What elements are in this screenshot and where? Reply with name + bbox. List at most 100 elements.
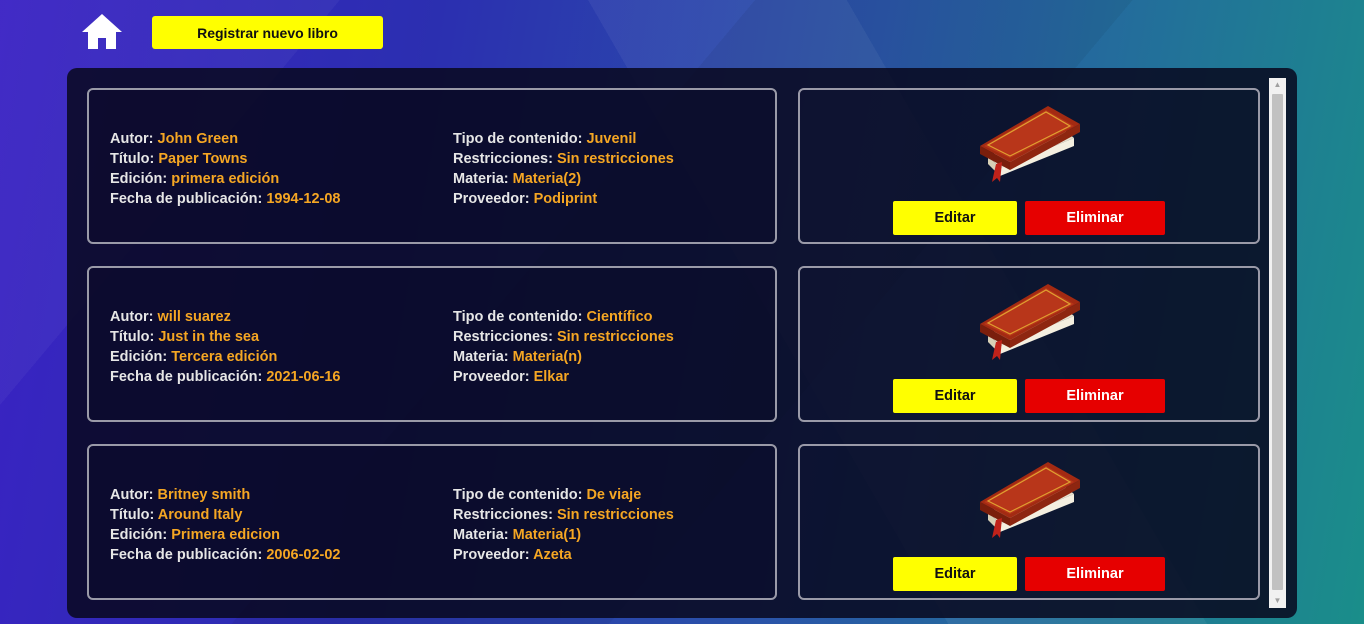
provider-label: Proveedor: [453, 547, 530, 563]
subject-field: Materia: Materia(n) [453, 347, 674, 367]
subject-field: Materia: Materia(2) [453, 169, 674, 189]
author-value: will suarez [157, 309, 231, 325]
edition-label: Edición: [110, 527, 168, 543]
publication-date-value: 1994-12-08 [266, 191, 341, 207]
delete-button[interactable]: Eliminar [1025, 557, 1165, 591]
delete-button[interactable]: Eliminar [1025, 201, 1165, 235]
book-info-left-column: Autor: will suarez Título: Just in the s… [110, 307, 340, 387]
provider-label: Proveedor: [453, 191, 530, 207]
provider-field: Proveedor: Podiprint [453, 189, 674, 209]
title-field: Título: Paper Towns [110, 149, 340, 169]
restrictions-value: Sin restricciones [556, 329, 674, 345]
scroll-down-arrow-icon[interactable]: ▼ [1269, 594, 1286, 608]
scroll-thumb[interactable] [1272, 94, 1283, 590]
home-icon [82, 14, 122, 49]
restrictions-field: Restricciones: Sin restricciones [453, 327, 674, 347]
edition-field: Edición: Primera edicion [110, 525, 340, 545]
subject-label: Materia: [453, 171, 509, 187]
title-value: Just in the sea [158, 329, 260, 345]
content-type-label: Tipo de contenido: [453, 487, 583, 503]
content-type-label: Tipo de contenido: [453, 309, 583, 325]
title-value: Paper Towns [158, 151, 248, 167]
edit-button[interactable]: Editar [893, 379, 1017, 413]
provider-value: Azeta [533, 547, 572, 563]
title-label: Título: [110, 151, 155, 167]
vertical-scrollbar[interactable]: ▲ ▼ [1269, 78, 1286, 608]
home-button[interactable] [80, 12, 124, 52]
restrictions-label: Restricciones: [453, 151, 553, 167]
edition-value: Primera edicion [171, 527, 281, 543]
book-actions-card: Editar Eliminar [798, 444, 1260, 600]
book-row: Autor: Britney smith Título: Around Ital… [87, 444, 1260, 602]
delete-button[interactable]: Eliminar [1025, 379, 1165, 413]
restrictions-label: Restricciones: [453, 507, 553, 523]
book-icon [980, 462, 1080, 538]
restrictions-value: Sin restricciones [556, 507, 674, 523]
book-info-card: Autor: John Green Título: Paper Towns Ed… [87, 88, 777, 244]
publication-date-field: Fecha de publicación: 2021-06-16 [110, 367, 340, 387]
book-row: Autor: will suarez Título: Just in the s… [87, 266, 1260, 424]
publication-date-label: Fecha de publicación: [110, 369, 263, 385]
scroll-up-arrow-icon[interactable]: ▲ [1269, 78, 1286, 92]
subject-label: Materia: [453, 349, 509, 365]
subject-value: Materia(2) [512, 171, 582, 187]
publication-date-label: Fecha de publicación: [110, 191, 263, 207]
publication-date-field: Fecha de publicación: 1994-12-08 [110, 189, 340, 209]
book-actions-card: Editar Eliminar [798, 266, 1260, 422]
content-type-value: Científico [586, 309, 653, 325]
book-info-card: Autor: will suarez Título: Just in the s… [87, 266, 777, 422]
title-field: Título: Around Italy [110, 505, 340, 525]
author-field: Autor: will suarez [110, 307, 340, 327]
author-label: Autor: [110, 309, 154, 325]
provider-label: Proveedor: [453, 369, 530, 385]
edit-button[interactable]: Editar [893, 201, 1017, 235]
book-info-right-column: Tipo de contenido: Juvenil Restricciones… [453, 129, 674, 209]
book-icon [980, 284, 1080, 360]
title-field: Título: Just in the sea [110, 327, 340, 347]
content-type-value: De viaje [586, 487, 642, 503]
author-field: Autor: John Green [110, 129, 340, 149]
content-type-value: Juvenil [586, 131, 637, 147]
subject-value: Materia(n) [512, 349, 582, 365]
author-label: Autor: [110, 131, 154, 147]
provider-field: Proveedor: Elkar [453, 367, 674, 387]
edition-value: Tercera edición [171, 349, 278, 365]
publication-date-field: Fecha de publicación: 2006-02-02 [110, 545, 340, 565]
title-label: Título: [110, 507, 155, 523]
edition-label: Edición: [110, 171, 168, 187]
author-field: Autor: Britney smith [110, 485, 340, 505]
provider-field: Proveedor: Azeta [453, 545, 674, 565]
content-type-field: Tipo de contenido: De viaje [453, 485, 674, 505]
author-value: Britney smith [157, 487, 251, 503]
publication-date-label: Fecha de publicación: [110, 547, 263, 563]
edition-label: Edición: [110, 349, 168, 365]
subject-value: Materia(1) [512, 527, 582, 543]
restrictions-field: Restricciones: Sin restricciones [453, 149, 674, 169]
provider-value: Podiprint [533, 191, 598, 207]
subject-label: Materia: [453, 527, 509, 543]
edition-field: Edición: Tercera edición [110, 347, 340, 367]
content-type-field: Tipo de contenido: Científico [453, 307, 674, 327]
edition-field: Edición: primera edición [110, 169, 340, 189]
restrictions-field: Restricciones: Sin restricciones [453, 505, 674, 525]
publication-date-value: 2006-02-02 [266, 547, 341, 563]
book-info-left-column: Autor: John Green Título: Paper Towns Ed… [110, 129, 340, 209]
subject-field: Materia: Materia(1) [453, 525, 674, 545]
book-row: Autor: John Green Título: Paper Towns Ed… [87, 88, 1260, 246]
book-actions-card: Editar Eliminar [798, 88, 1260, 244]
edition-value: primera edición [171, 171, 280, 187]
author-label: Autor: [110, 487, 154, 503]
title-value: Around Italy [157, 507, 243, 523]
title-label: Título: [110, 329, 155, 345]
edit-button[interactable]: Editar [893, 557, 1017, 591]
book-info-right-column: Tipo de contenido: De viaje Restriccione… [453, 485, 674, 565]
restrictions-label: Restricciones: [453, 329, 553, 345]
register-new-book-button[interactable]: Registrar nuevo libro [152, 16, 383, 49]
content-type-label: Tipo de contenido: [453, 131, 583, 147]
content-type-field: Tipo de contenido: Juvenil [453, 129, 674, 149]
book-info-card: Autor: Britney smith Título: Around Ital… [87, 444, 777, 600]
author-value: John Green [157, 131, 239, 147]
book-icon [980, 106, 1080, 182]
publication-date-value: 2021-06-16 [266, 369, 341, 385]
books-list-panel: Autor: John Green Título: Paper Towns Ed… [67, 68, 1297, 618]
